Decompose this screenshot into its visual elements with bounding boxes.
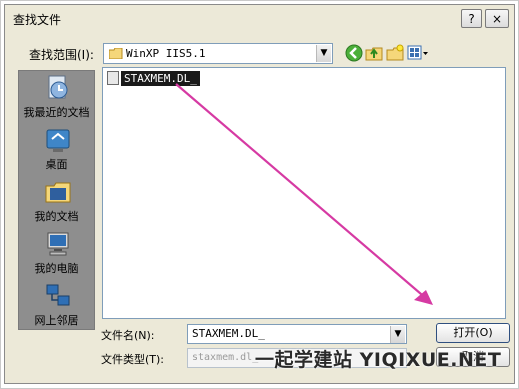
watermark-text: 一起学建站 YIQIXUE.NET <box>255 349 502 371</box>
find-file-dialog: 查找文件 ? × 查找范围(I): WinXP IIS5.1 ▼ 我最近的文档 … <box>4 4 515 384</box>
network-places-icon <box>46 284 70 306</box>
filetype-label: 文件类型(T): <box>101 353 165 366</box>
view-menu-icon[interactable] <box>407 44 429 62</box>
places-bar: 我最近的文档 桌面 我的文档 我的电脑 网上邻居 <box>18 70 95 330</box>
chevron-down-icon[interactable]: ▼ <box>316 45 331 62</box>
filetype-value: staxmem.dl_ <box>192 352 259 363</box>
place-label: 网上邻居 <box>34 314 79 327</box>
open-button[interactable]: 打开(O) <box>436 323 510 343</box>
place-my-computer[interactable]: 我的电脑 <box>19 229 94 281</box>
look-in-row: 查找范围(I): WinXP IIS5.1 ▼ <box>5 41 514 65</box>
help-button[interactable]: ? <box>461 9 482 28</box>
place-desktop[interactable]: 桌面 <box>19 125 94 177</box>
place-label: 桌面 <box>45 158 68 171</box>
place-recent-documents[interactable]: 我最近的文档 <box>19 73 94 125</box>
my-documents-icon <box>45 182 71 203</box>
title-bar: 查找文件 ? × <box>5 5 514 31</box>
screenshot-frame: 查找文件 ? × 查找范围(I): WinXP IIS5.1 ▼ 我最近的文档 … <box>0 0 519 389</box>
chevron-down-icon[interactable]: ▼ <box>390 326 405 343</box>
file-icon <box>107 71 119 85</box>
close-button[interactable]: × <box>485 9 509 28</box>
folder-icon <box>109 48 123 59</box>
place-label: 我的文档 <box>34 210 79 223</box>
my-computer-icon <box>47 232 69 256</box>
dialog-title: 查找文件 <box>13 13 62 27</box>
desktop-icon <box>46 129 70 152</box>
file-name: STAXMEM.DL_ <box>121 71 200 86</box>
look-in-combo[interactable]: WinXP IIS5.1 ▼ <box>103 43 333 64</box>
new-folder-icon[interactable] <box>386 44 404 62</box>
up-folder-icon[interactable] <box>365 44 383 62</box>
place-my-documents[interactable]: 我的文档 <box>19 177 94 229</box>
recent-documents-icon <box>48 75 68 99</box>
place-label: 我的电脑 <box>34 262 79 275</box>
place-label: 我最近的文档 <box>23 106 90 119</box>
filename-label: 文件名(N): <box>101 329 155 342</box>
filename-combo[interactable]: STAXMEM.DL_ ▼ <box>187 324 407 344</box>
file-list[interactable]: STAXMEM.DL_ <box>102 67 506 319</box>
look-in-label: 查找范围(I): <box>29 48 94 62</box>
place-network-places[interactable]: 网上邻居 <box>19 281 94 333</box>
back-arrow-icon[interactable] <box>345 44 363 62</box>
filename-value: STAXMEM.DL_ <box>192 327 265 340</box>
look-in-value: WinXP IIS5.1 <box>126 47 206 60</box>
